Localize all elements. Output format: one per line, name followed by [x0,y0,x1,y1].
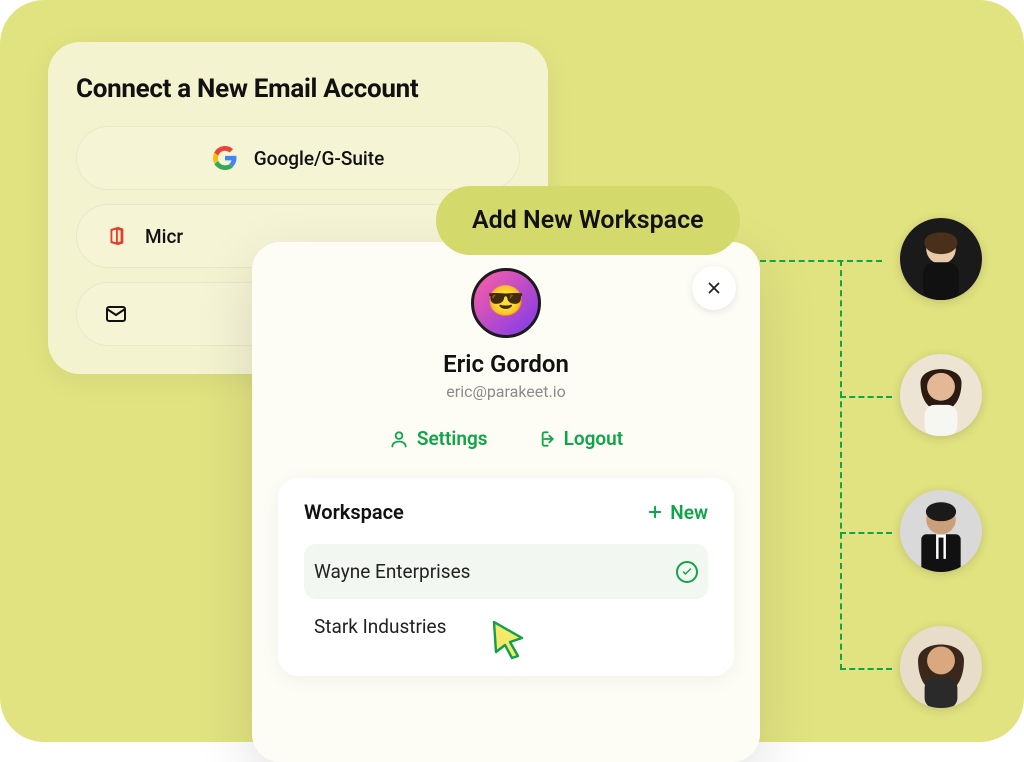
connector-line [760,260,882,262]
workspace-card: Workspace New Wayne Enterprises Stark In… [278,478,734,676]
connector-line [840,668,892,670]
member-avatar-2 [900,354,982,436]
google-icon [212,145,238,171]
connect-title: Connect a New Email Account [76,74,520,104]
selected-check-icon [676,561,698,583]
member-avatar-4 [900,626,982,708]
connect-option-label: Google/G-Suite [254,147,385,170]
connector-line [840,532,892,534]
workspace-row-stark[interactable]: Stark Industries [304,599,708,654]
profile-card: Eric Gordon eric@parakeet.io Settings Lo… [252,242,760,762]
profile-actions: Settings Logout [278,427,734,450]
workspace-name: Stark Industries [314,615,446,638]
new-label: New [670,501,708,524]
logout-label: Logout [564,427,624,450]
profile-name: Eric Gordon [278,350,734,378]
add-workspace-pill[interactable]: Add New Workspace [436,186,740,255]
logout-link[interactable]: Logout [536,427,624,450]
profile-avatar [471,268,541,338]
canvas: Connect a New Email Account Google/G-Sui… [0,0,1024,742]
profile-email: eric@parakeet.io [278,382,734,401]
close-button[interactable] [692,266,736,310]
connector-line [840,396,892,398]
connect-option-google[interactable]: Google/G-Suite [76,126,520,190]
workspace-row-wayne[interactable]: Wayne Enterprises [304,544,708,599]
connector-line [840,260,842,670]
member-avatar-1 [900,218,982,300]
settings-link[interactable]: Settings [389,427,488,450]
settings-label: Settings [417,427,488,450]
workspace-name: Wayne Enterprises [314,560,470,583]
mail-icon [103,301,129,327]
connect-option-label: Micr [145,225,183,248]
new-workspace-button[interactable]: New [646,501,708,524]
workspace-title: Workspace [304,500,404,524]
office-icon [103,223,129,249]
member-avatar-3 [900,490,982,572]
